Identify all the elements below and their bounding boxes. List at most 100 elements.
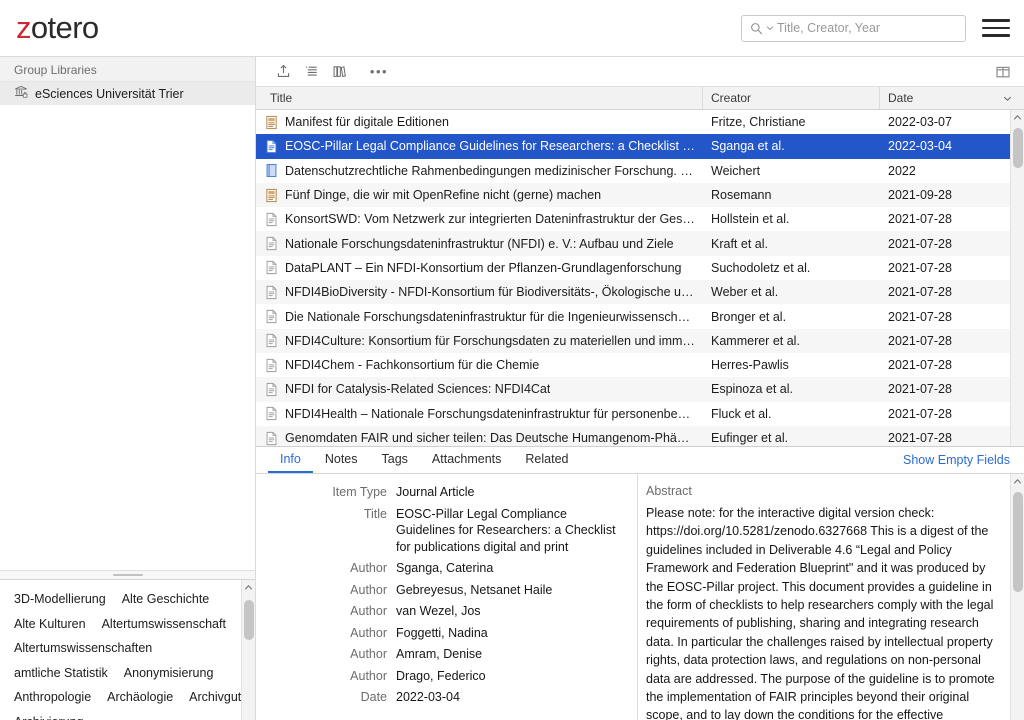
search-box[interactable] xyxy=(741,14,966,42)
left-pane-splitter[interactable] xyxy=(0,570,255,580)
journal-article-icon xyxy=(264,309,278,325)
info-field-label: Item Type xyxy=(332,485,387,499)
tag-item[interactable]: Archivierung xyxy=(14,715,83,720)
item-title: Fünf Dinge, die wir mit OpenRefine nicht… xyxy=(285,188,602,203)
tag-selector-scrollbar[interactable] xyxy=(241,580,255,720)
tag-item[interactable]: Anthropologie xyxy=(14,690,91,704)
journal-article-icon xyxy=(264,430,278,446)
tab-tags[interactable]: Tags xyxy=(370,447,420,473)
scrollbar-thumb[interactable] xyxy=(244,600,254,640)
item-creator: Kammerer et al. xyxy=(711,333,800,348)
tab-attachments[interactable]: Attachments xyxy=(420,447,513,473)
scrollbar-thumb[interactable] xyxy=(1013,492,1023,592)
app-header: zotero xyxy=(0,0,1024,57)
item-abstract-column: Abstract Please note: for the interactiv… xyxy=(638,474,1024,720)
table-row[interactable]: Datenschutzrechtliche Rahmenbedingungen … xyxy=(256,158,1024,183)
item-title: Datenschutzrechtliche Rahmenbedingungen … xyxy=(285,163,695,178)
table-row[interactable]: EOSC-Pillar Legal Compliance Guidelines … xyxy=(256,134,1024,159)
info-field-label: Author xyxy=(350,561,387,575)
search-input[interactable] xyxy=(777,21,957,35)
table-row[interactable]: Fünf Dinge, die wir mit OpenRefine nicht… xyxy=(256,182,1024,208)
tag-item[interactable]: Archäologie xyxy=(107,690,173,704)
search-mode-chevron-down-icon[interactable] xyxy=(766,24,774,32)
tag-item[interactable]: Archivgut xyxy=(189,690,241,704)
item-date: 2022 xyxy=(888,163,916,178)
scroll-up-arrow-icon[interactable] xyxy=(1011,474,1024,488)
info-field-value[interactable]: 2022-03-04 xyxy=(396,689,627,706)
info-field-value[interactable]: Journal Article xyxy=(396,484,627,501)
scroll-up-arrow-icon[interactable] xyxy=(1011,110,1024,124)
item-date: 2021-07-28 xyxy=(888,333,952,348)
item-title: DataPLANT – Ein NFDI-Konsortium der Pfla… xyxy=(285,260,682,275)
tag-item[interactable]: Alte Kulturen xyxy=(14,617,86,631)
table-row[interactable]: KonsortSWD: Vom Netzwerk zur integrierte… xyxy=(256,207,1024,232)
table-row[interactable]: NFDI4Culture: Konsortium für Forschungsd… xyxy=(256,328,1024,353)
table-row[interactable]: NFDI for Catalysis-Related Sciences: NFD… xyxy=(256,377,1024,402)
info-field-value[interactable]: Foggetti, Nadina xyxy=(396,625,627,642)
book-icon xyxy=(264,163,278,179)
info-field-value[interactable]: Amram, Denise xyxy=(396,646,627,663)
tag-item[interactable]: Alte Geschichte xyxy=(122,592,210,606)
journal-article-icon xyxy=(264,381,278,397)
column-picker-icon[interactable] xyxy=(990,60,1016,84)
table-row[interactable]: NFDI4Chem - Fachkonsortium für die Chemi… xyxy=(256,352,1024,378)
column-header-title[interactable]: Title xyxy=(256,87,703,109)
show-empty-fields-button[interactable]: Show Empty Fields xyxy=(903,447,1024,473)
tab-info[interactable]: Info xyxy=(268,447,313,473)
item-title: NFDI4BioDiversity - NFDI-Konsortium für … xyxy=(285,285,694,300)
info-field-value[interactable]: Sganga, Caterina xyxy=(396,560,627,577)
info-field: Item Type Journal Article xyxy=(256,484,627,501)
items-table-scrollbar[interactable] xyxy=(1010,110,1024,446)
tag-item[interactable]: amtliche Statistik xyxy=(14,666,108,680)
tag-item[interactable]: 3D-Modellierung xyxy=(14,592,106,606)
scrollbar-thumb[interactable] xyxy=(1013,128,1023,168)
document-icon xyxy=(264,138,278,154)
item-pane: Info Notes Tags Attachments Related Show Empt… xyxy=(256,446,1024,720)
sidebar-item-esciences-universitaet-trier[interactable]: eSciences Universität Trier xyxy=(0,82,255,105)
column-header-creator[interactable]: Creator xyxy=(703,87,880,109)
abstract-text[interactable]: Please note: for the interactive digital… xyxy=(646,504,1008,720)
info-field-value[interactable]: EOSC-Pillar Legal Compliance Guidelines … xyxy=(396,506,627,556)
app-body: Group Libraries eSciences Universität Tr… xyxy=(0,57,1024,720)
item-date: 2022-03-07 xyxy=(888,115,952,130)
tag-row: Archivierung xyxy=(14,710,239,720)
table-row[interactable]: Die Nationale Forschungsdateninfrastrukt… xyxy=(256,304,1024,329)
item-title: NFDI4Health – Nationale Forschungsdateni… xyxy=(285,406,695,421)
logo-text-rest: otero xyxy=(30,10,99,45)
item-creator: Sganga et al. xyxy=(711,139,785,154)
tag-item[interactable]: Anonymisierung xyxy=(124,666,214,680)
item-creator: Herres-Pawlis xyxy=(711,358,789,373)
create-bibliography-icon[interactable] xyxy=(298,60,324,84)
export-item-icon[interactable] xyxy=(270,60,296,84)
group-library-icon xyxy=(14,85,28,102)
scroll-up-arrow-icon[interactable] xyxy=(242,580,255,594)
tab-related[interactable]: Related xyxy=(513,447,580,473)
info-field-value[interactable]: Gebreyesus, Netsanet Haile xyxy=(396,582,627,599)
table-row[interactable]: NFDI4Health – Nationale Forschungsdateni… xyxy=(256,401,1024,426)
item-title: KonsortSWD: Vom Netzwerk zur integrierte… xyxy=(285,212,695,227)
item-title: Die Nationale Forschungsdateninfrastrukt… xyxy=(285,309,695,324)
tab-notes[interactable]: Notes xyxy=(313,447,370,473)
info-field-value[interactable]: van Wezel, Jos xyxy=(396,603,627,620)
more-options-icon[interactable]: ••• xyxy=(366,60,392,84)
info-field: Title EOSC-Pillar Legal Compliance Guidel… xyxy=(256,506,627,556)
table-row[interactable]: Genomdaten FAIR und sicher teilen: Das D… xyxy=(256,425,1024,446)
tag-item[interactable]: Altertumswissenschaft xyxy=(102,617,226,631)
info-field: Author Amram, Denise xyxy=(256,646,627,663)
table-row[interactable]: Manifest für digitale Editionen Fritze, C… xyxy=(256,110,1024,135)
abstract-scrollbar[interactable] xyxy=(1010,474,1024,720)
hamburger-menu-icon[interactable] xyxy=(982,17,1010,39)
column-header-date[interactable]: Date xyxy=(880,87,1024,109)
item-date: 2021-07-28 xyxy=(888,212,952,227)
presentation-icon xyxy=(264,114,278,130)
tag-item[interactable]: Altertumswissenschaften xyxy=(14,641,152,655)
tag-selector: 3D-Modellierung Alte Geschichte Alte Kultu… xyxy=(0,580,255,720)
item-creator: Eufinger et al. xyxy=(711,431,789,445)
library-lookup-icon[interactable] xyxy=(326,60,352,84)
search-icon xyxy=(750,22,763,35)
table-row[interactable]: DataPLANT – Ein NFDI-Konsortium der Pfla… xyxy=(256,255,1024,281)
table-row[interactable]: NFDI4BioDiversity - NFDI-Konsortium für … xyxy=(256,280,1024,305)
info-field-value[interactable]: Drago, Federico xyxy=(396,668,627,685)
table-row[interactable]: Nationale Forschungsdateninfrastruktur (… xyxy=(256,231,1024,256)
item-pane-columns: Item Type Journal Article Title EOSC-Pillar… xyxy=(256,474,1024,720)
